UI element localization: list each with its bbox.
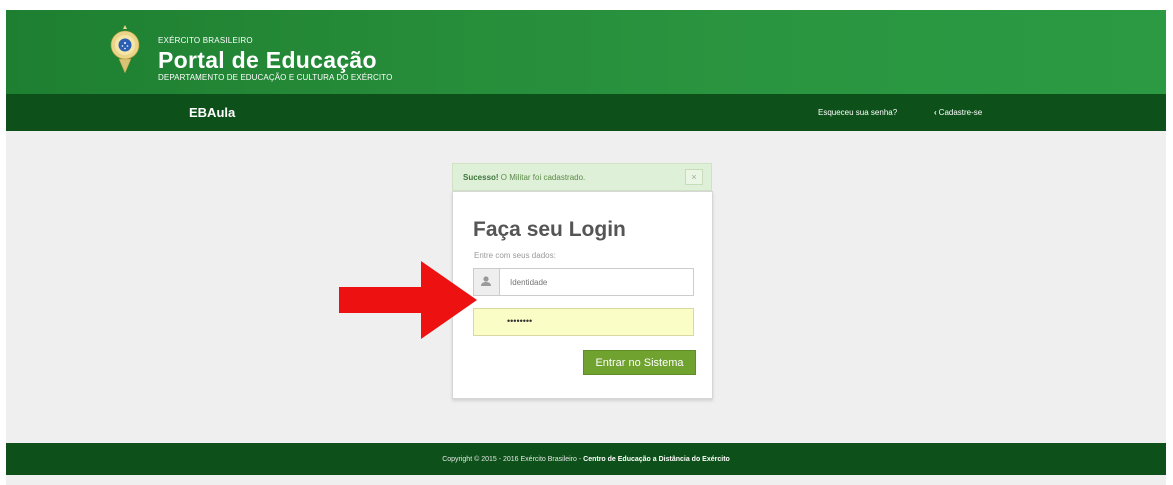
- identity-addon: [474, 269, 500, 295]
- footer-text: Copyright © 2015 - 2016 Exército Brasile…: [6, 456, 1166, 463]
- login-subtitle: Entre com seus dados:: [474, 251, 556, 260]
- top-navbar: EBAula Esqueceu sua senha? ‹ Cadastre-se: [6, 94, 1166, 131]
- institution-name: Centro de Educação a Distância do Exérci…: [583, 456, 730, 463]
- org-name: EXÉRCITO BRASILEIRO: [158, 36, 253, 45]
- copyright-text: Copyright © 2015 - 2016 Exército Brasile…: [442, 456, 584, 463]
- password-field[interactable]: ••••••••: [473, 308, 694, 336]
- portal-title: Portal de Educação: [158, 47, 377, 73]
- identity-input[interactable]: [500, 269, 693, 295]
- success-alert: Sucesso! O Militar foi cadastrado. ×: [452, 163, 712, 191]
- red-arrow-icon: [339, 261, 477, 339]
- forgot-password-link[interactable]: Esqueceu sua senha?: [818, 108, 897, 117]
- alert-strong: Sucesso!: [463, 173, 499, 182]
- login-title: Faça seu Login: [473, 218, 626, 241]
- alert-message: Sucesso! O Militar foi cadastrado.: [463, 173, 585, 182]
- site-footer: Copyright © 2015 - 2016 Exército Brasile…: [6, 443, 1166, 475]
- alert-body: O Militar foi cadastrado.: [498, 173, 586, 182]
- army-emblem-icon: [110, 25, 140, 74]
- brand-link[interactable]: EBAula: [189, 105, 235, 120]
- password-input[interactable]: ••••••••: [507, 316, 532, 326]
- chevron-left-icon: ‹: [934, 108, 937, 117]
- user-icon: [481, 276, 491, 286]
- identity-field: [473, 268, 694, 296]
- login-card: Faça seu Login Entre com seus dados: •••…: [452, 191, 713, 399]
- site-header: EXÉRCITO BRASILEIRO Portal de Educação D…: [6, 10, 1166, 94]
- register-link[interactable]: ‹ Cadastre-se: [934, 108, 982, 117]
- department-name: DEPARTAMENTO DE EDUCAÇÃO E CULTURA DO EX…: [158, 73, 393, 82]
- close-icon[interactable]: ×: [685, 169, 703, 185]
- register-label: Cadastre-se: [938, 108, 983, 117]
- login-button[interactable]: Entrar no Sistema: [583, 350, 696, 375]
